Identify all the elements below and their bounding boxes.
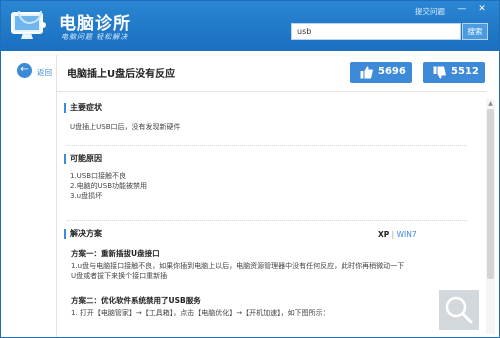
plan-text: U盘或者拔下来换个接口重新插 <box>71 272 168 280</box>
thumbs-down-icon <box>433 66 446 79</box>
cause-item: 2.电脑的USB功能被禁用 <box>70 182 148 190</box>
plan-title: 方案一：重新插拔U盘接口 <box>71 249 160 258</box>
os-switch: XP | WIN7 <box>378 230 417 239</box>
article-title: 电脑插上U盘后没有反应 <box>67 69 176 80</box>
dislike-button[interactable]: 5512 <box>423 62 485 83</box>
scrollbar-thumb[interactable] <box>487 109 494 279</box>
thumbs-up-icon <box>360 66 373 79</box>
scroll-up-arrow[interactable]: ▲ <box>486 99 495 108</box>
os-win7-tab[interactable]: WIN7 <box>397 230 417 239</box>
plan-text: 1. 打开【电脑管家】→【工具箱】，点击【电脑优化】→【开机加速】，如下图所示： <box>71 309 330 317</box>
minimize-button[interactable]: — <box>455 3 469 15</box>
back-button[interactable]: ← <box>17 63 32 78</box>
solution-section: 解决方案 <box>64 229 102 239</box>
search-input[interactable]: usb <box>291 23 461 40</box>
causes-list: 1.USB口接触不良 2.电脑的USB功能被禁用 3.u盘损坏 <box>64 171 147 201</box>
section-title: 可能原因 <box>64 154 147 164</box>
app-window: 电脑诊所 电脑问题 轻松解决 提交问题 — ✕ usb 搜索 ← 返回 电脑插上… <box>0 0 500 338</box>
search-button[interactable]: 搜索 <box>462 23 488 40</box>
divider-vertical <box>56 55 57 337</box>
arrow-left-icon: ← <box>20 64 29 75</box>
plan-title: 方案二：优化软件系统禁用了USB服务 <box>71 296 201 305</box>
header-bar: 电脑诊所 电脑问题 轻松解决 提交问题 — ✕ usb 搜索 <box>1 1 499 51</box>
like-count: 5696 <box>378 66 406 77</box>
dislike-count: 5512 <box>451 66 479 77</box>
section-title: 主要症状 <box>64 103 181 113</box>
close-button[interactable]: ✕ <box>475 3 489 15</box>
floating-search-button[interactable] <box>439 290 479 330</box>
symptom-section: 主要症状 U盘插上USB口后，没有发现新硬件 <box>64 103 181 132</box>
cause-item: 3.u盘损坏 <box>70 192 103 200</box>
dotted-divider <box>67 220 467 221</box>
plan-two: 方案二：优化软件系统禁用了USB服务 1. 打开【电脑管家】→【工具箱】，点击【… <box>71 295 431 318</box>
app-slogan: 电脑问题 轻松解决 <box>61 33 129 41</box>
causes-section: 可能原因 1.USB口接触不良 2.电脑的USB功能被禁用 3.u盘损坏 <box>64 154 147 201</box>
symptom-text: U盘插上USB口后，没有发现新硬件 <box>70 123 181 131</box>
cause-item: 1.USB口接触不良 <box>70 172 127 180</box>
doctor-monitor-logo <box>11 10 46 39</box>
os-separator: | <box>391 230 395 239</box>
plan-text: 1.u盘与电脑接口接触不良，如果你插到电脑上以后，电脑资源管理器中没有任何反应，… <box>71 262 405 270</box>
back-label[interactable]: 返回 <box>37 67 52 78</box>
magnifier-icon <box>445 296 473 324</box>
plan-one: 方案一：重新插拔U盘接口 1.u盘与电脑接口接触不良，如果你插到电脑上以后，电脑… <box>71 248 483 281</box>
feedback-link[interactable]: 提交问题 <box>415 6 445 17</box>
app-title: 电脑诊所 <box>59 14 131 34</box>
like-button[interactable]: 5696 <box>350 62 412 83</box>
divider-horizontal <box>56 91 486 92</box>
dotted-divider <box>67 145 467 146</box>
os-xp-tab[interactable]: XP <box>378 230 389 239</box>
section-title: 解决方案 <box>64 229 102 239</box>
